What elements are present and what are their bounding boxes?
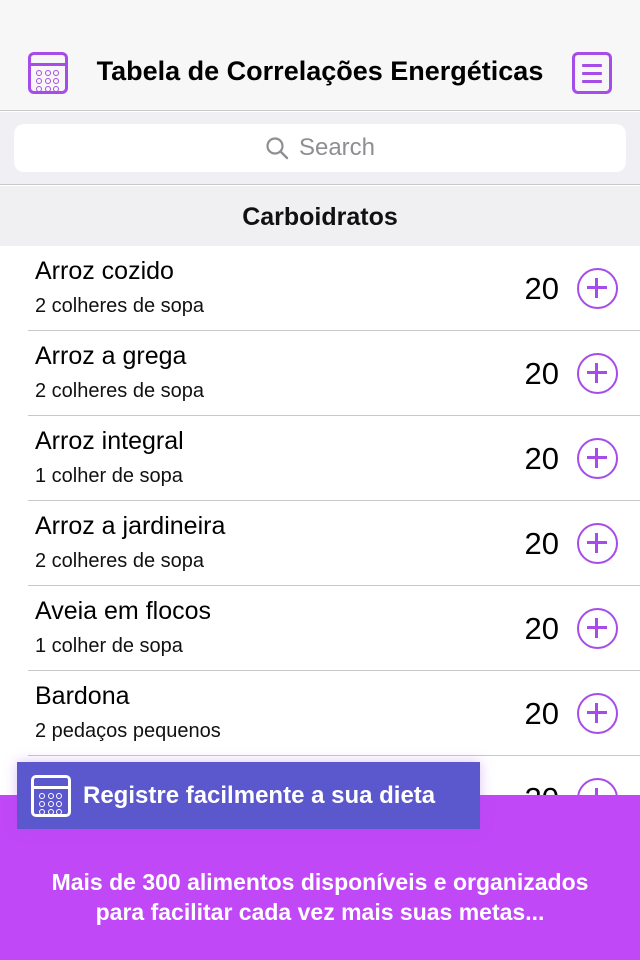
search-input[interactable]: Search [14,124,626,172]
item-name: Bardona [35,682,130,710]
add-circle-icon[interactable] [577,778,618,796]
add-circle-icon[interactable] [577,693,618,734]
item-name: Arroz cozido [35,257,174,285]
promo-description-line1: Mais de 300 alimentos disponíveis e orga… [51,869,589,895]
item-portion: 2 colheres de sopa [35,380,205,402]
item-name: Arroz integral [35,427,184,455]
search-placeholder: Search [298,134,376,161]
item-portion: 2 pedaços pequenos [35,720,221,742]
list-item[interactable]: Arroz integral 1 colher de sopa 20 [0,416,640,501]
list-item[interactable]: Arroz a jardineira 2 colheres de sopa 20 [0,501,640,586]
item-name: Arroz a grega [35,342,187,370]
search-bar: Search [0,112,640,185]
promo-description: Mais de 300 alimentos disponíveis e orga… [0,867,640,927]
add-circle-icon[interactable] [577,608,618,649]
page-title: Tabela de Correlações Energéticas [96,56,544,86]
item-value: 20 [524,611,559,646]
navigation-bar: Tabela de Correlações Energéticas [0,0,640,111]
list-item[interactable]: Bardona 2 pedaços pequenos 20 [0,671,640,756]
promo-banner-label: Registre facilmente a sua dieta [83,781,436,809]
item-value: 20 [524,526,559,561]
food-list: Arroz cozido 2 colheres de sopa 20 Arroz… [0,246,640,796]
add-circle-icon[interactable] [577,353,618,394]
item-portion: 2 colheres de sopa [35,550,205,572]
search-icon [266,137,289,160]
list-item[interactable]: Aveia em flocos 1 colher de sopa 20 [0,586,640,671]
item-portion: 1 colher de sopa [35,635,183,657]
item-name: Aveia em flocos [35,597,212,625]
promo-banner[interactable]: Registre facilmente a sua dieta [17,762,480,829]
calendar-icon [31,774,71,817]
list-item[interactable]: Arroz a grega 2 colheres de sopa 20 [0,331,640,416]
section-header: Carboidratos [0,186,640,246]
add-circle-icon[interactable] [577,523,618,564]
item-value: 20 [524,696,559,731]
item-name: Arroz a jardineira [35,512,226,540]
item-value: 20 [525,781,559,796]
add-circle-icon[interactable] [577,438,618,479]
add-circle-icon[interactable] [577,268,618,309]
list-menu-icon[interactable] [572,52,612,94]
list-item[interactable]: Arroz cozido 2 colheres de sopa 20 [0,246,640,331]
item-value: 20 [524,356,559,391]
item-portion: 2 colheres de sopa [35,295,205,317]
item-portion: 1 colher de sopa [35,465,183,487]
promo-description-line2: para facilitar cada vez mais suas metas.… [95,899,545,925]
item-value: 20 [524,441,559,476]
item-value: 20 [524,271,559,306]
